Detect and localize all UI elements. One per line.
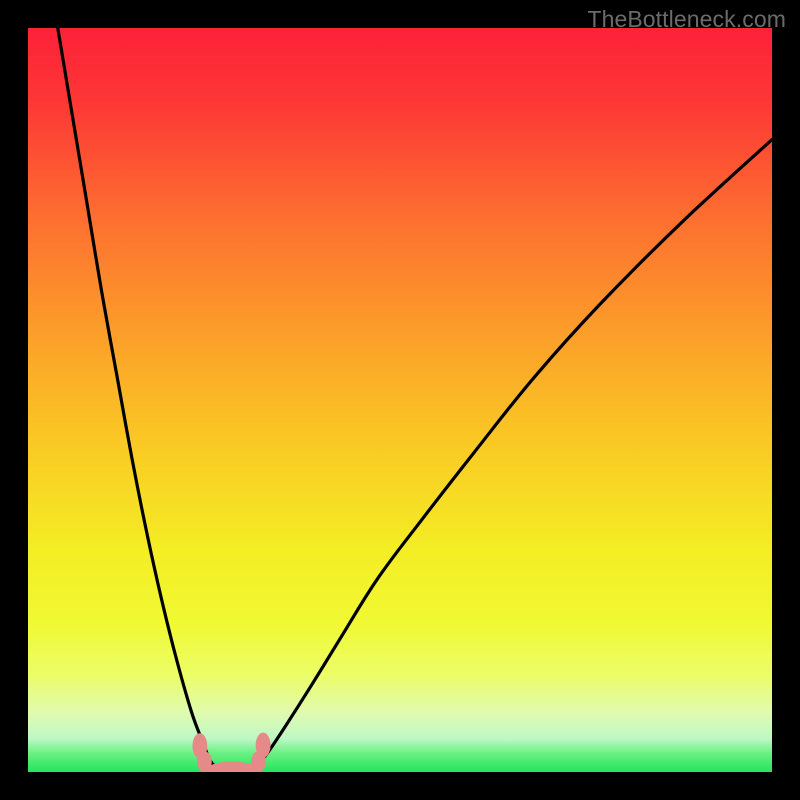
- gradient-background: [28, 28, 772, 772]
- image-frame: TheBottleneck.com: [0, 0, 800, 800]
- chart-svg: [28, 28, 772, 772]
- chart-plot-area: [28, 28, 772, 772]
